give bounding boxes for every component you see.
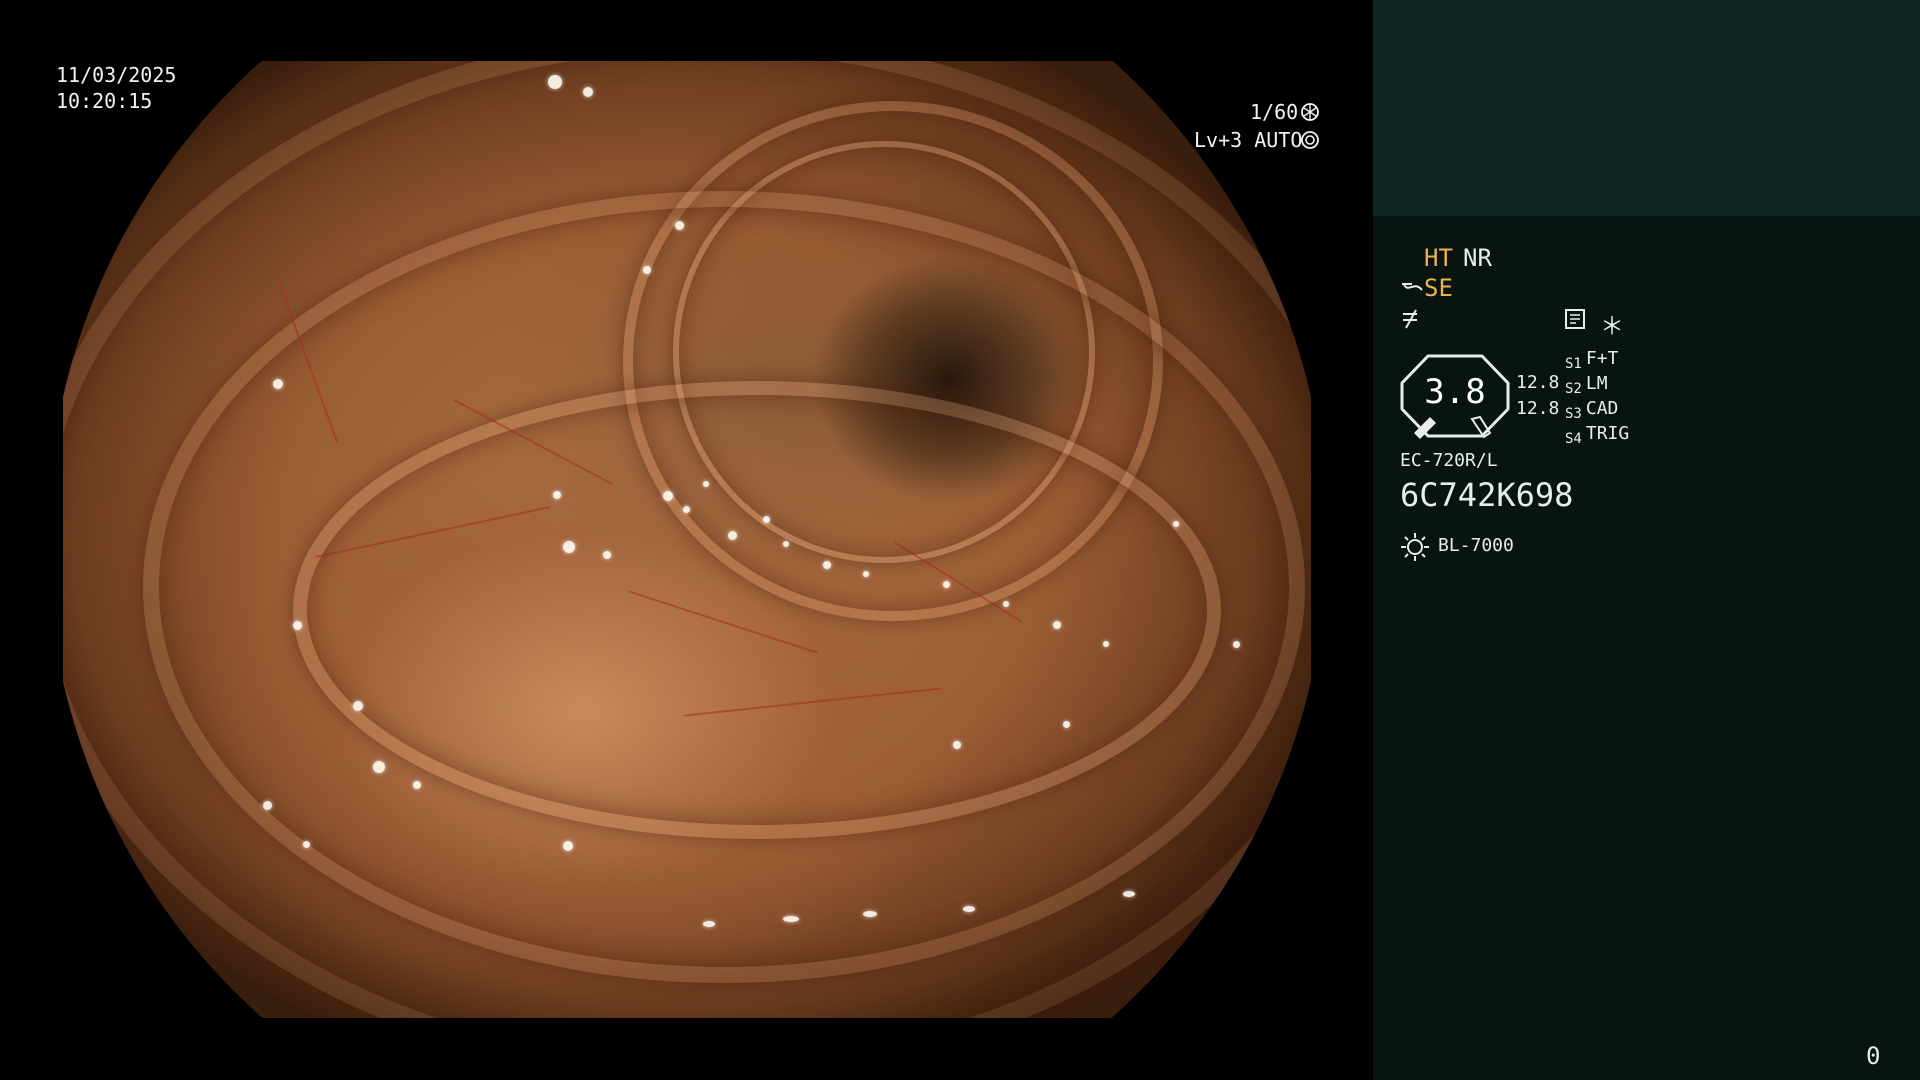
switch-item: S3 CAD (1565, 398, 1618, 422)
level-b: 12.8 (1516, 398, 1560, 419)
scope-serial: 6C742K698 (1400, 476, 1574, 514)
switch-key: S1 (1565, 356, 1582, 372)
date-display: 11/03/2025 (56, 63, 177, 87)
panel-header-area (1373, 0, 1920, 216)
switch-item: S1 F+T (1565, 348, 1618, 372)
star-indicator: ＊ (1600, 312, 1624, 340)
light-source-icon (1400, 532, 1430, 566)
switch-key: S3 (1565, 406, 1582, 422)
nr-indicator: NR (1463, 244, 1492, 272)
scope-model: EC-720R/L (1400, 450, 1498, 471)
switch-item: S2 LM (1565, 373, 1608, 397)
switch-key: S2 (1565, 381, 1582, 397)
se-indicator: SE (1424, 274, 1453, 302)
freeze-icon (1400, 308, 1424, 334)
switch-value: LM (1585, 373, 1608, 394)
switch-value: TRIG (1585, 423, 1630, 444)
ht-indicator: HT (1424, 244, 1453, 272)
enhance-icon (1400, 278, 1424, 302)
frame-counter: 0 (1866, 1042, 1881, 1070)
video-area: 11/03/2025 10:20:15 1/60 Lv+3 AUTO (0, 0, 1373, 1080)
endoscopic-image (63, 61, 1311, 1018)
switch-value: CAD (1585, 398, 1619, 419)
iris-mode: Lv+3 AUTO (1194, 128, 1303, 152)
shutter-speed: 1/60 (1250, 100, 1299, 124)
shutter-icon (1300, 102, 1320, 126)
record-icon (1564, 308, 1586, 334)
time-display: 10:20:15 (56, 89, 153, 113)
switch-item: S4 TRIG (1565, 423, 1629, 447)
switch-value: F+T (1585, 348, 1619, 369)
switch-key: S4 (1565, 431, 1582, 447)
level-a: 12.8 (1516, 372, 1560, 393)
iris-icon (1300, 130, 1320, 154)
gauge-value: 3.8 (1424, 372, 1486, 412)
light-source-model: BL-7000 (1438, 535, 1514, 556)
